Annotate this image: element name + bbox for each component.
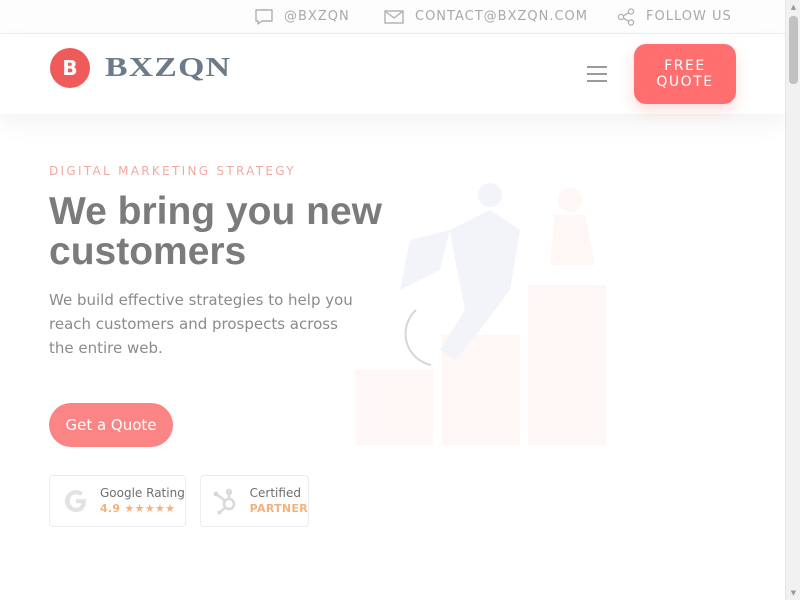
- chat-icon: [255, 8, 273, 25]
- hubspot-icon: [209, 486, 244, 516]
- email-text: CONTACT@BXZQN.COM: [415, 9, 588, 24]
- scroll-up-arrow-icon[interactable]: ▲: [786, 0, 800, 14]
- google-icon: [58, 487, 94, 515]
- hero-headline: We bring you new customers: [49, 190, 382, 273]
- free-quote-line2: QUOTE: [656, 74, 714, 90]
- get-a-quote-button[interactable]: Get a Quote: [49, 403, 173, 447]
- hero-subtext: We build effective strategies to help yo…: [49, 291, 353, 357]
- social-handle-text: @BXZQN: [284, 9, 350, 24]
- google-rating-score: 4.9 ★★★★★: [100, 502, 176, 515]
- mail-icon: [384, 9, 404, 24]
- page: @BXZQN CONTACT@BXZQN.COM FOLLOW US B BXZ…: [0, 0, 785, 600]
- logo-mark-letter: B: [62, 56, 78, 80]
- google-rating-badge[interactable]: Google Rating 4.9 ★★★★★: [49, 475, 186, 527]
- partner-label: PARTNER: [249, 502, 308, 515]
- email-link[interactable]: CONTACT@BXZQN.COM: [383, 0, 588, 33]
- menu-icon[interactable]: [587, 66, 607, 82]
- logo-wordmark[interactable]: BXZQN: [105, 52, 231, 82]
- google-rating-title: Google Rating: [100, 486, 185, 500]
- follow-us-link[interactable]: FOLLOW US: [616, 0, 732, 33]
- scroll-down-arrow-icon[interactable]: ▼: [786, 586, 800, 600]
- certified-title: Certified: [249, 486, 301, 500]
- share-icon: [617, 7, 635, 26]
- free-quote-button[interactable]: FREE QUOTE: [634, 44, 736, 104]
- vertical-scrollbar[interactable]: ▲ ▼: [785, 0, 800, 600]
- certified-partner-badge[interactable]: Certified PARTNER: [200, 475, 309, 527]
- logo-mark[interactable]: B: [50, 48, 90, 88]
- free-quote-line1: FREE: [664, 58, 706, 74]
- top-bar: @BXZQN CONTACT@BXZQN.COM FOLLOW US: [0, 0, 785, 34]
- hero-eyebrow: DIGITAL MARKETING STRATEGY: [49, 164, 296, 178]
- social-handle-link[interactable]: @BXZQN: [254, 0, 350, 33]
- scrollbar-thumb[interactable]: [789, 16, 798, 84]
- site-header: B BXZQN FREE QUOTE: [0, 34, 785, 114]
- follow-us-text: FOLLOW US: [646, 9, 732, 24]
